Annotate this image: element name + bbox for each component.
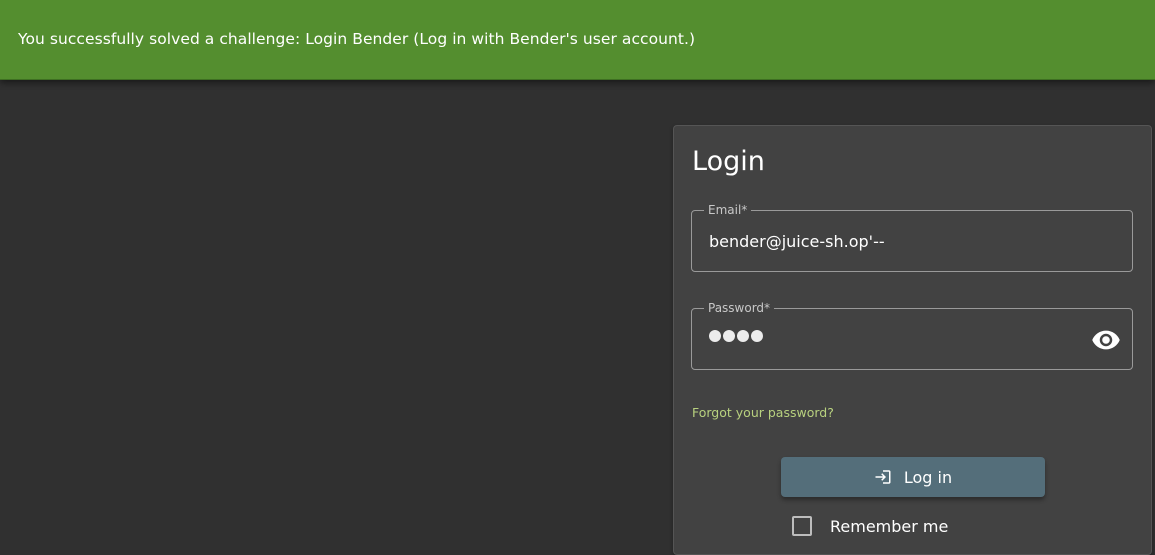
notification-message: You successfully solved a challenge: Log…: [18, 30, 696, 48]
challenge-solved-notification: You successfully solved a challenge: Log…: [0, 0, 1155, 80]
remember-me-label: Remember me: [830, 516, 949, 536]
forgot-password-link[interactable]: Forgot your password?: [692, 405, 834, 420]
remember-me-checkbox[interactable]: [792, 516, 812, 536]
login-button[interactable]: Log in: [781, 457, 1045, 497]
password-input[interactable]: [709, 330, 763, 342]
email-input[interactable]: [709, 229, 1079, 253]
email-label: Email*: [704, 203, 752, 217]
email-field[interactable]: Email*: [691, 203, 1133, 272]
login-icon: [875, 470, 891, 484]
remember-me[interactable]: Remember me: [792, 516, 948, 536]
login-button-label: Log in: [903, 467, 953, 487]
show-password-button[interactable]: [1090, 324, 1122, 356]
login-card: Login Email* Password* Forgot your passw…: [673, 125, 1152, 555]
password-field[interactable]: Password*: [691, 301, 1133, 370]
password-label: Password*: [704, 301, 775, 315]
login-title: Login: [692, 146, 765, 177]
eye-icon: [1092, 330, 1120, 350]
